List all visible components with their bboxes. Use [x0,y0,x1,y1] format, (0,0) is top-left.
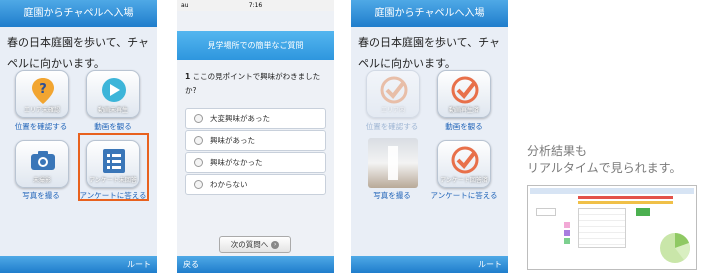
thumbnail-strip [578,196,673,199]
radio-icon[interactable] [194,114,203,123]
option-4[interactable]: わからない [185,174,326,195]
screen-survey: au 7:16 見学場所での簡単なご質問 1 ここの見ポイントで興味がわきました… [177,0,334,273]
chapel-photo[interactable] [368,138,418,188]
header-title: 庭園からチャペルへ入場 [351,0,508,27]
video-link[interactable]: 動画を観る [428,121,500,132]
checkmark-icon [380,76,408,104]
route-button[interactable]: ルート [127,256,151,273]
location-link[interactable]: 位置を確認する [356,121,428,132]
next-question-button[interactable]: 次の質問へ › [219,236,291,253]
video-button[interactable]: 動画未再生 [86,70,140,118]
thumbnail-table [578,208,626,248]
thumbnail-strip [578,201,673,204]
chevron-right-icon: › [271,241,280,249]
thumbnail-chip [564,230,570,236]
footer-bar: 戻る [177,256,334,273]
footer-bar: ルート [351,256,508,273]
checkmark-icon [451,76,479,104]
thumbnail-chip [636,208,650,216]
intro-text: 春の日本庭園を歩いて、チャペルに向かいます。 [7,36,150,70]
analytics-caption: 分析結果も リアルタイムで見られます。 [527,143,681,177]
thumbnail-chip [564,238,570,244]
screen-route-menu: 庭園からチャペルへ入場 春の日本庭園を歩いて、チャペルに向かいます。 ? エリア… [0,0,157,273]
survey-button[interactable]: アンケート未回答 [86,140,140,188]
survey-list-icon [103,149,125,173]
camera-button[interactable]: 未撮影 [15,140,69,188]
survey-title: 見学場所での簡単なご質問 [177,31,334,60]
clock: 7:16 [248,2,263,9]
thumbnail-header [530,188,694,194]
camera-link[interactable]: 写真を撮る [5,190,77,201]
option-1[interactable]: 大変興味があった [185,108,326,129]
svg-text:?: ? [39,82,47,97]
aisle [388,146,398,180]
camera-status: 未撮影 [32,177,51,184]
next-label: 次の質問へ [230,240,269,249]
question-body: ここの見ポイントで興味がわきましたか? [185,72,321,95]
route-button[interactable]: ルート [478,256,502,273]
caption-line-1: 分析結果も [527,144,588,158]
intro-text: 春の日本庭園を歩いて、チャペルに向かいます。 [358,36,501,70]
camera-link[interactable]: 写真を撮る [356,190,428,201]
location-pin-icon: ? [32,78,54,104]
back-button[interactable]: 戻る [183,256,199,273]
option-3[interactable]: 興味がなかった [185,152,326,173]
analytics-thumbnail [527,185,697,270]
checkmark-icon [451,146,479,174]
video-status: 動画未再生 [97,107,128,114]
option-2[interactable]: 興味があった [185,130,326,151]
survey-status: アンケート未回答 [89,177,137,184]
video-link[interactable]: 動画を観る [77,121,149,132]
survey-link[interactable]: アンケートに答える [428,190,500,201]
question-number: 1 [185,72,191,81]
question-text: 1 ここの見ポイントで興味がわきましたか? [185,70,325,98]
play-icon [102,78,126,102]
survey-link[interactable]: アンケートに答える [77,190,149,201]
screen-route-menu-completed: 庭園からチャペルへ入場 春の日本庭園を歩いて、チャペルに向かいます。 エリア内 … [351,0,508,273]
footer-bar: ルート [0,256,157,273]
caption-line-2: リアルタイムで見られます。 [527,161,682,175]
camera-icon [31,151,55,170]
location-button[interactable]: エリア内 [366,70,420,118]
option-label: 興味があった [210,136,255,145]
location-status: エリア内 [380,107,405,114]
status-bar: au 7:16 [177,0,334,11]
option-label: わからない [210,180,248,189]
video-status: 動画再生済 [448,107,479,114]
thumbnail-box [536,208,556,216]
location-link[interactable]: 位置を確認する [5,121,77,132]
video-button[interactable]: 動画再生済 [437,70,491,118]
location-button[interactable]: ? エリア未確認 [15,70,69,118]
option-label: 大変興味があった [210,114,270,123]
radio-icon[interactable] [194,158,203,167]
radio-icon[interactable] [194,180,203,189]
header-title: 庭園からチャペルへ入場 [0,0,157,27]
option-label: 興味がなかった [210,158,263,167]
pie-chart-icon [660,233,690,263]
thumbnail-chip [564,222,570,228]
survey-status: アンケート回答済 [440,177,488,184]
radio-icon[interactable] [194,136,203,145]
location-status: エリア未確認 [23,107,60,114]
survey-button[interactable]: アンケート回答済 [437,140,491,188]
